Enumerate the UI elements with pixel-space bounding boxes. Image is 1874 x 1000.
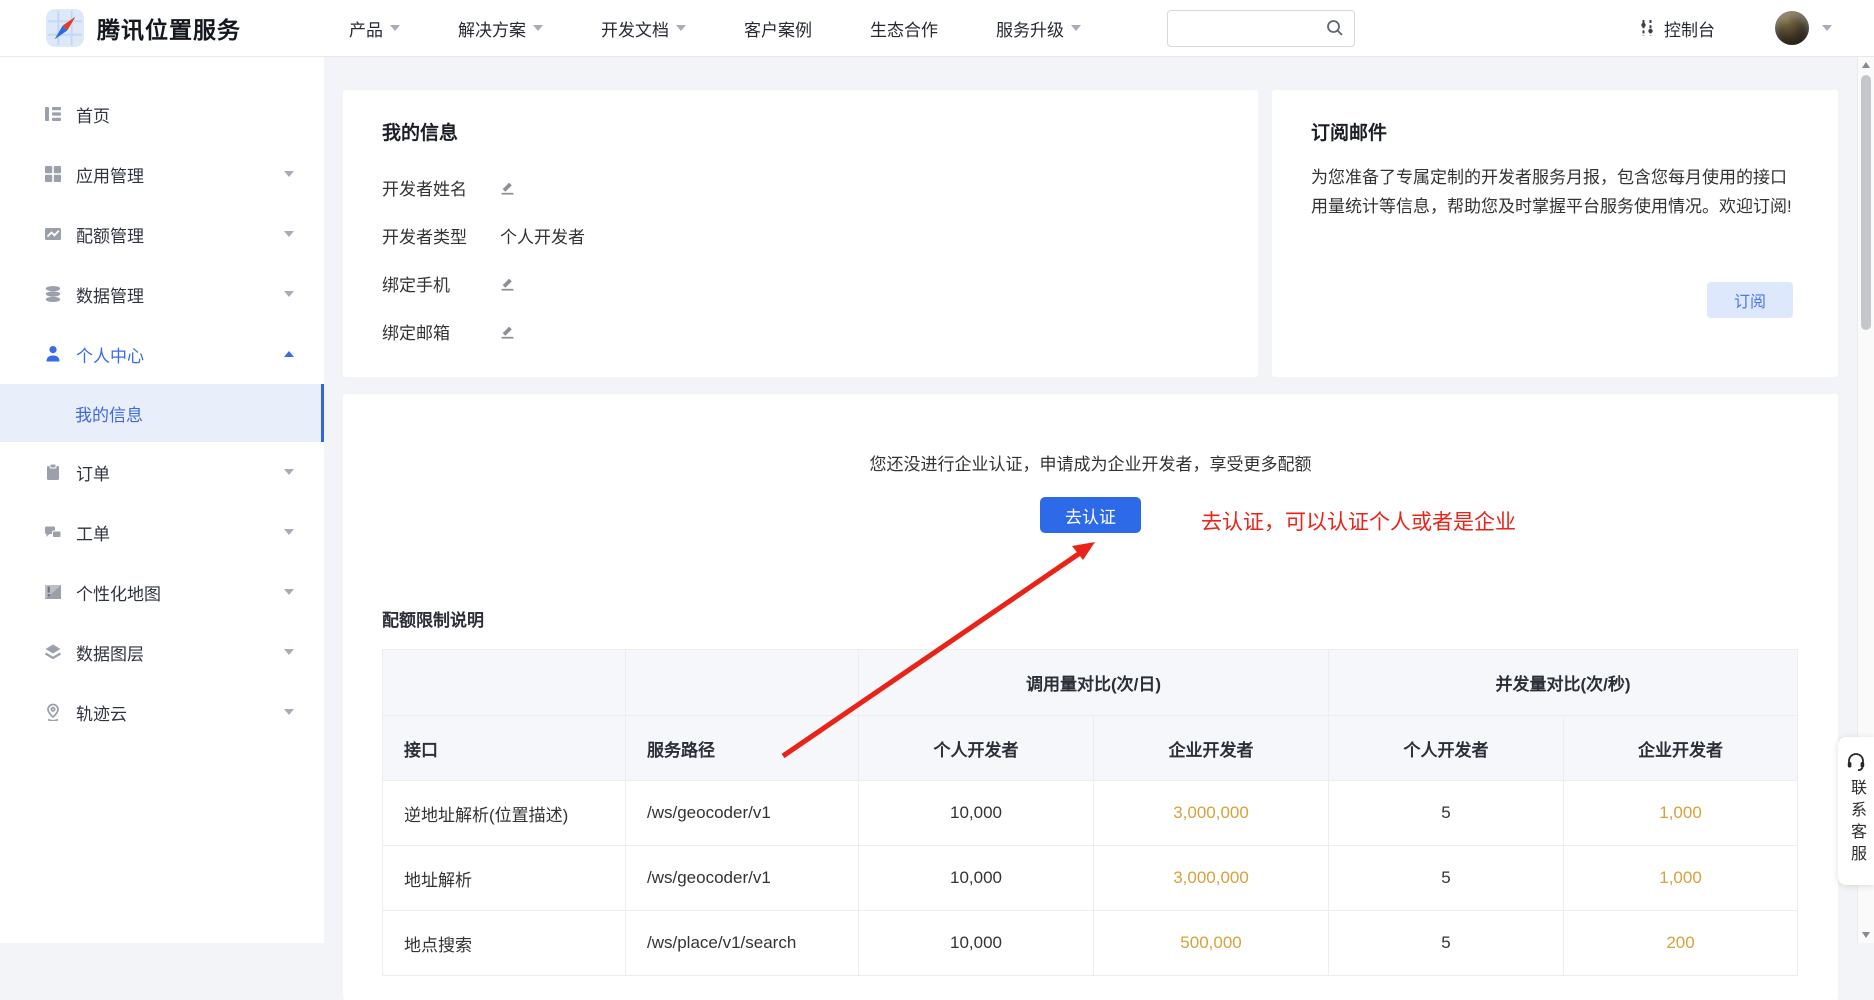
subscribe-description: 为您准备了专属定制的开发者服务月报，包含您每月使用的接口用量统计等信息，帮助您及…: [1311, 163, 1793, 221]
chevron-down-icon: [533, 25, 543, 31]
chevron-down-icon: [1071, 25, 1081, 31]
sidebar-item-profile[interactable]: 个人中心: [0, 324, 324, 384]
chevron-down-icon: [1822, 25, 1832, 31]
col-header-enterprise: 企业开发者: [1094, 716, 1329, 781]
group-header-daily-calls: 调用量对比(次/日): [859, 650, 1329, 716]
profile-row-type: 开发者类型 个人开发者: [382, 211, 1258, 259]
chevron-down-icon: [284, 231, 294, 237]
sidebar-item-home[interactable]: 首页: [0, 84, 324, 144]
go-certify-button[interactable]: 去认证: [1040, 497, 1141, 533]
profile-card: 我的信息 开发者姓名 开发者类型 个人开发者 绑定手机: [343, 90, 1258, 377]
subscribe-button[interactable]: 订阅: [1707, 282, 1793, 318]
headset-icon: [1845, 750, 1867, 772]
chart-icon: [43, 224, 63, 244]
sidebar-item-tickets[interactable]: 工单: [0, 502, 324, 562]
nav-item-upgrade[interactable]: 服务升级: [996, 16, 1081, 41]
user-menu[interactable]: [1775, 11, 1832, 45]
sidebar: 首页 应用管理 配额管理: [0, 57, 324, 943]
brand-title: 腾讯位置服务: [97, 11, 241, 45]
sidebar-item-layers[interactable]: 数据图层: [0, 622, 324, 682]
col-header-path: 服务路径: [626, 716, 859, 781]
chevron-down-icon: [284, 469, 294, 475]
contact-support-tab[interactable]: 联系客服: [1838, 737, 1874, 885]
location-pin-icon: [43, 702, 63, 722]
chevron-down-icon: [284, 589, 294, 595]
clipboard-icon: [43, 462, 63, 482]
chevron-down-icon: [390, 25, 400, 31]
nav-item-ecosystem[interactable]: 生态合作: [870, 16, 938, 41]
developer-type-value: 个人开发者: [500, 223, 585, 248]
edit-icon[interactable]: [500, 180, 515, 195]
scrollbar-thumb[interactable]: [1861, 75, 1871, 330]
chat-icon: [43, 522, 63, 542]
chevron-down-icon: [284, 529, 294, 535]
table-row: 地点搜索 /ws/place/v1/search 10,000 500,000 …: [383, 911, 1798, 976]
nav-item-products[interactable]: 产品: [349, 16, 400, 41]
profile-row-email: 绑定邮箱: [382, 307, 1258, 355]
sidebar-item-custom-map[interactable]: 个性化地图: [0, 562, 324, 622]
chevron-down-icon: [284, 291, 294, 297]
quota-table: 调用量对比(次/日) 并发量对比(次/秒) 接口 服务路径 个人开发者 企业开发…: [382, 649, 1798, 976]
sidebar-item-apps[interactable]: 应用管理: [0, 144, 324, 204]
profile-row-phone: 绑定手机: [382, 259, 1258, 307]
subscribe-card-title: 订阅邮件: [1311, 118, 1793, 145]
layers-icon: [43, 642, 63, 662]
quota-section-title: 配额限制说明: [382, 606, 484, 631]
search-icon[interactable]: [1325, 18, 1345, 38]
nav-item-solutions[interactable]: 解决方案: [458, 16, 543, 41]
database-icon: [43, 284, 63, 304]
subscribe-card: 订阅邮件 为您准备了专属定制的开发者服务月报，包含您每月使用的接口用量统计等信息…: [1272, 90, 1838, 377]
scroll-down-arrow-icon[interactable]: [1862, 932, 1870, 938]
sliders-icon: [1639, 19, 1655, 37]
col-header-interface: 接口: [383, 716, 626, 781]
search-input[interactable]: [1180, 20, 1325, 37]
sidebar-item-orders[interactable]: 订单: [0, 442, 324, 502]
col-header-enterprise: 企业开发者: [1564, 716, 1798, 781]
nav-item-cases[interactable]: 客户案例: [744, 16, 812, 41]
edit-icon[interactable]: [500, 276, 515, 291]
main-content: 我的信息 开发者姓名 开发者类型 个人开发者 绑定手机: [324, 57, 1874, 943]
chevron-down-icon: [284, 709, 294, 715]
user-icon: [43, 344, 63, 364]
profile-card-title: 我的信息: [382, 118, 1258, 145]
table-header-row: 接口 服务路径 个人开发者 企业开发者 个人开发者 企业开发者: [383, 716, 1798, 781]
compass-logo-icon: [46, 9, 84, 47]
quota-card: 您还没进行企业认证，申请成为企业开发者，享受更多配额 去认证 去认证，可以认证个…: [343, 394, 1838, 1000]
nav-item-docs[interactable]: 开发文档: [601, 16, 686, 41]
table-group-header-row: 调用量对比(次/日) 并发量对比(次/秒): [383, 650, 1798, 716]
list-icon: [43, 104, 63, 124]
nav-menu: 产品 解决方案 开发文档 客户案例 生态合作 服务升级: [349, 16, 1081, 41]
col-header-personal: 个人开发者: [1329, 716, 1564, 781]
scroll-up-arrow-icon[interactable]: [1862, 62, 1870, 68]
group-header-concurrency: 并发量对比(次/秒): [1329, 650, 1798, 716]
map-icon: [43, 582, 63, 602]
red-annotation-text: 去认证，可以认证个人或者是企业: [1201, 506, 1516, 536]
grid-icon: [43, 164, 63, 184]
sidebar-subitem-my-info[interactable]: 我的信息: [0, 384, 324, 442]
top-navbar: 腾讯位置服务 产品 解决方案 开发文档 客户案例 生态合作 服务升级: [0, 0, 1874, 57]
brand[interactable]: 腾讯位置服务: [46, 9, 241, 47]
table-row: 逆地址解析(位置描述) /ws/geocoder/v1 10,000 3,000…: [383, 781, 1798, 846]
col-header-personal: 个人开发者: [859, 716, 1094, 781]
edit-icon[interactable]: [500, 324, 515, 339]
chevron-down-icon: [284, 649, 294, 655]
avatar[interactable]: [1775, 11, 1809, 45]
certification-notice: 您还没进行企业认证，申请成为企业开发者，享受更多配额: [343, 394, 1838, 475]
sidebar-item-quota[interactable]: 配额管理: [0, 204, 324, 264]
chevron-up-icon: [284, 351, 294, 357]
profile-row-name: 开发者姓名: [382, 163, 1258, 211]
chevron-down-icon: [284, 171, 294, 177]
sidebar-item-data[interactable]: 数据管理: [0, 264, 324, 324]
console-link[interactable]: 控制台: [1639, 16, 1715, 41]
search-box[interactable]: [1167, 10, 1355, 47]
sidebar-item-track-cloud[interactable]: 轨迹云: [0, 682, 324, 742]
support-label: 联系客服: [1844, 779, 1868, 867]
table-row: 地址解析 /ws/geocoder/v1 10,000 3,000,000 5 …: [383, 846, 1798, 911]
chevron-down-icon: [676, 25, 686, 31]
